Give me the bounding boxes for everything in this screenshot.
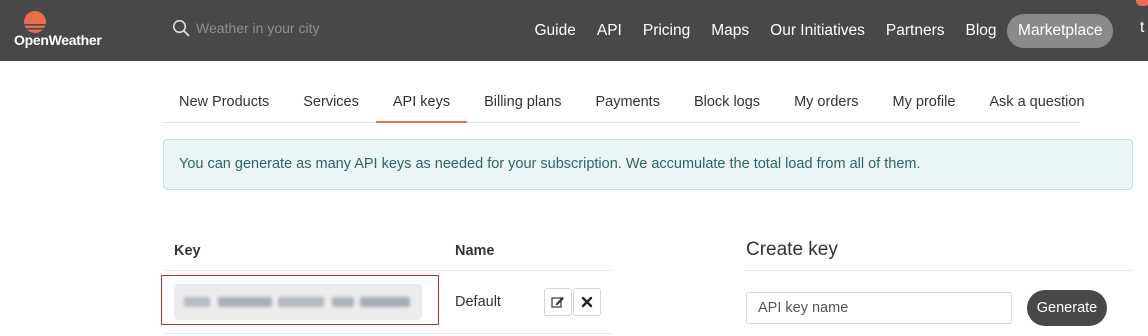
create-key-title: Create key [746, 239, 838, 260]
top-navbar: OpenWeather Guide API Pricing Maps Our I… [0, 0, 1148, 61]
edit-key-button[interactable] [544, 288, 572, 316]
city-search-input[interactable] [196, 17, 456, 39]
tab-services[interactable]: Services [286, 83, 376, 123]
nav-guide[interactable]: Guide [524, 22, 586, 40]
nav-blog[interactable]: Blog [955, 22, 1007, 40]
tab-block-logs[interactable]: Block logs [677, 83, 777, 123]
delete-key-button[interactable] [573, 288, 601, 316]
info-alert: You can generate as many API keys as nee… [163, 139, 1133, 190]
openweather-logo[interactable]: OpenWeather [14, 8, 114, 52]
redacted-segment [332, 297, 354, 307]
main-nav: Guide API Pricing Maps Our Initiatives P… [524, 0, 1114, 61]
table-row-divider [163, 333, 611, 334]
nav-pricing[interactable]: Pricing [632, 22, 700, 40]
redacted-segment [184, 297, 210, 307]
logo-wordmark: OpenWeather [14, 32, 102, 48]
nav-our-initiatives[interactable]: Our Initiatives [760, 22, 876, 40]
redacted-segment [360, 297, 410, 307]
create-key-divider [746, 270, 1133, 271]
redacted-segment [218, 297, 272, 307]
search-icon [172, 19, 190, 37]
marketplace-button[interactable]: Marketplace [1007, 13, 1114, 48]
redacted-segment [278, 297, 324, 307]
notification-badge [1136, 0, 1148, 6]
tab-ask-a-question[interactable]: Ask a question [972, 83, 1101, 123]
nav-api[interactable]: API [586, 22, 632, 40]
nav-partners[interactable]: Partners [875, 22, 955, 40]
tab-billing-plans[interactable]: Billing plans [467, 83, 578, 123]
tab-my-profile[interactable]: My profile [876, 83, 973, 123]
name-column-header: Name [455, 243, 495, 259]
user-menu[interactable]: t [1140, 19, 1144, 37]
tab-api-keys[interactable]: API keys [375, 83, 468, 123]
api-key-value-redacted[interactable] [174, 284, 422, 320]
tab-my-orders[interactable]: My orders [777, 83, 875, 123]
table-header-divider [163, 270, 611, 271]
search-bar [170, 17, 470, 41]
key-column-header: Key [174, 243, 201, 259]
nav-maps[interactable]: Maps [701, 22, 760, 40]
edit-icon [551, 297, 564, 308]
tab-payments[interactable]: Payments [578, 83, 676, 123]
api-key-name-input[interactable] [746, 292, 1012, 324]
account-tabs: New Products Services API keys Billing p… [162, 83, 1085, 123]
tab-new-products[interactable]: New Products [162, 83, 286, 123]
key-name-cell: Default [455, 294, 501, 310]
delete-icon [581, 296, 593, 308]
generate-button[interactable]: Generate [1027, 290, 1107, 326]
